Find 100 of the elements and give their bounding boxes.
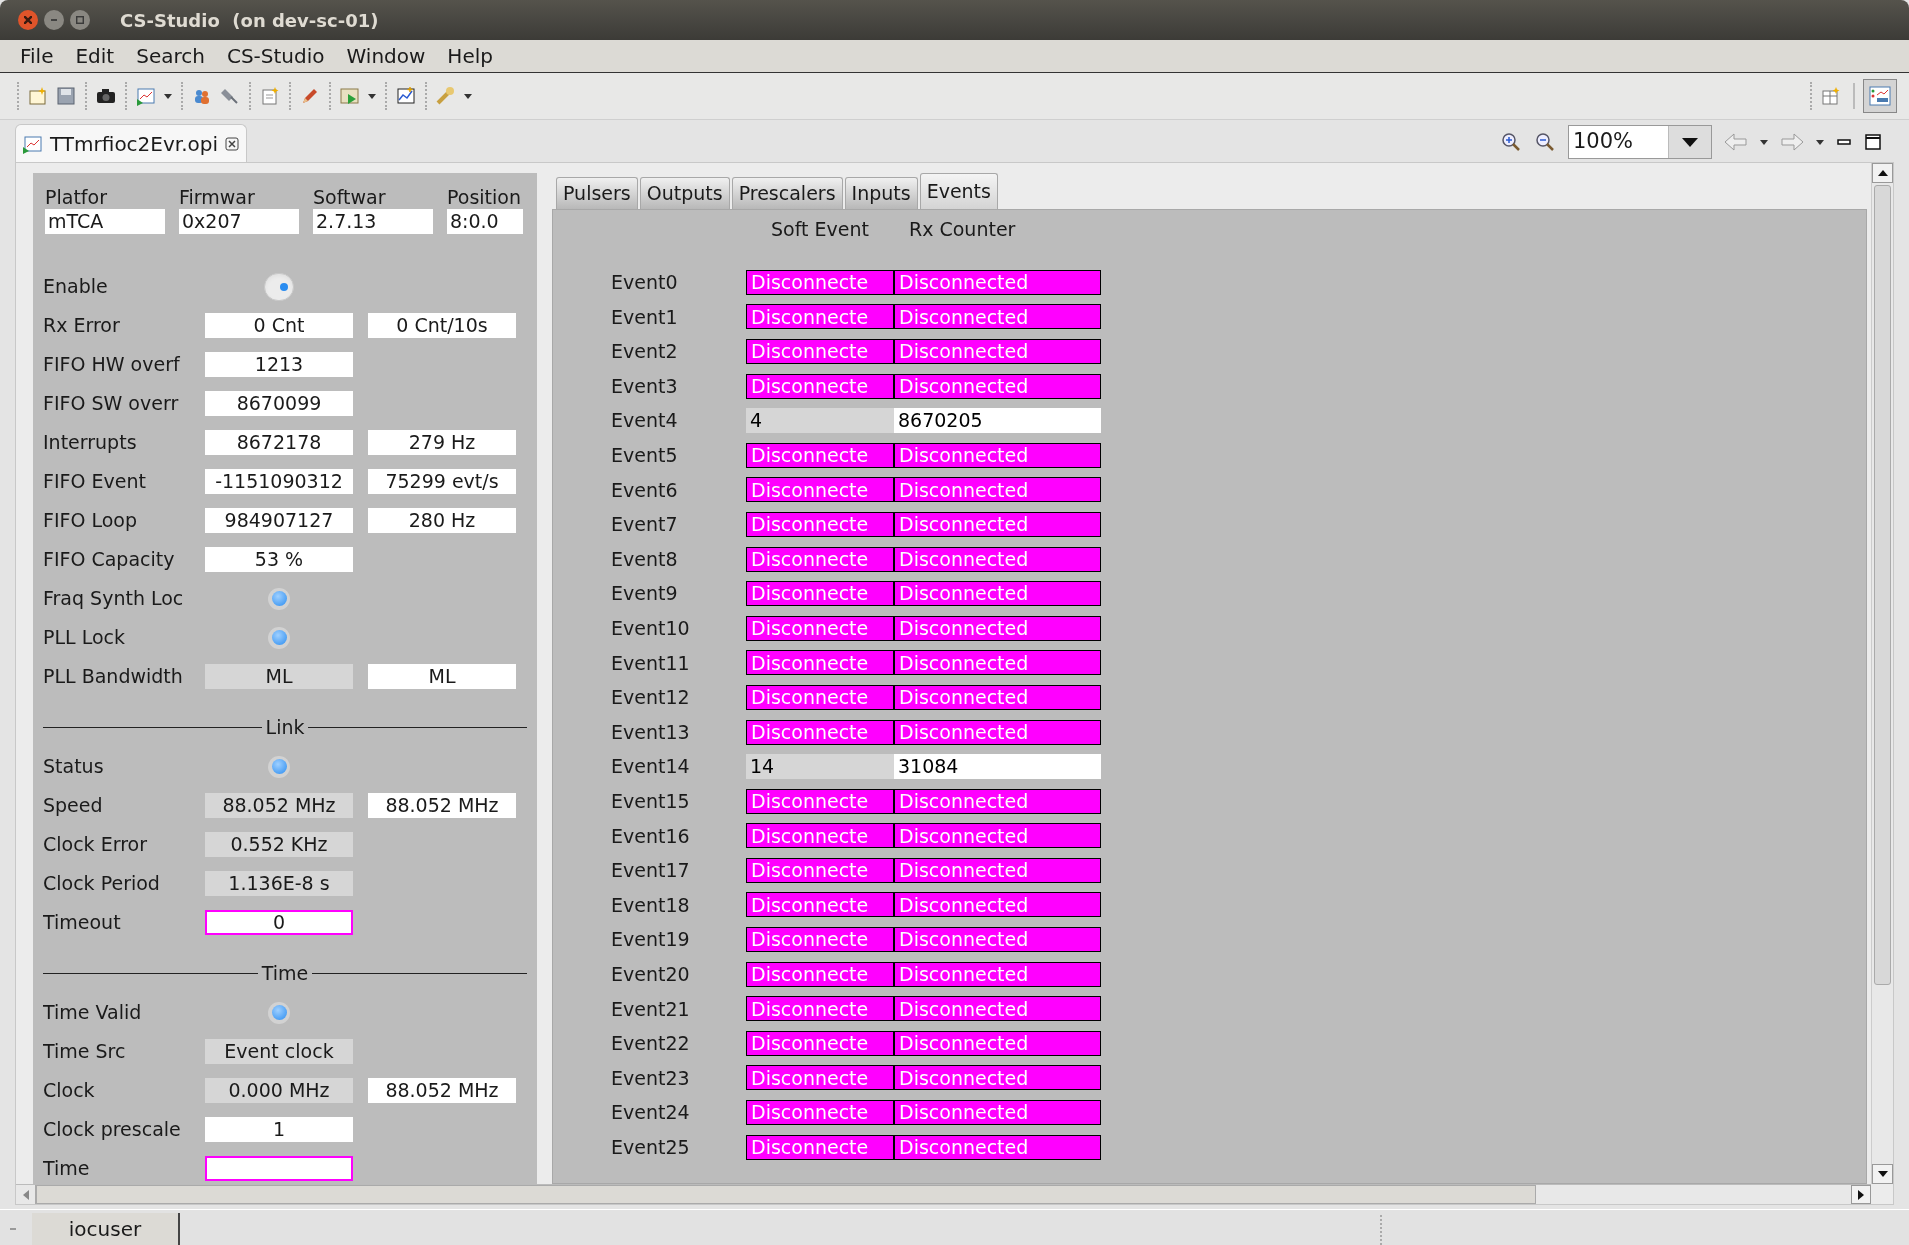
event-value: Disconnecte — [746, 269, 894, 295]
event-label: Event0 — [610, 270, 679, 296]
column-header: Rx Counter — [908, 216, 1016, 242]
value-field: 8:0.0 — [447, 209, 523, 234]
event-value: Disconnected — [894, 1065, 1101, 1091]
event-label: Event11 — [610, 650, 691, 676]
event-value: Disconnected — [894, 615, 1101, 641]
field-label: PLL Bandwidth — [43, 664, 184, 690]
field-label: FIFO HW overf — [43, 352, 181, 378]
event-value: Disconnected — [894, 1100, 1101, 1126]
event-value: Disconnecte — [746, 1100, 894, 1126]
close-button[interactable] — [18, 10, 38, 30]
tab[interactable]: Events — [919, 173, 998, 209]
event-value: Disconnected — [894, 788, 1101, 814]
toggle-switch[interactable] — [264, 272, 294, 301]
field-label: Clock Error — [43, 832, 148, 858]
minimize-button[interactable] — [44, 10, 64, 30]
menu-item[interactable]: Window — [336, 41, 436, 71]
value-field: -1151090312 — [205, 469, 353, 494]
tab[interactable]: Pulsers — [556, 177, 638, 209]
value-field: 0 — [205, 910, 353, 935]
field-label: Timeout — [43, 910, 122, 936]
value-field: 279 Hz — [368, 430, 516, 455]
value-field: 0.000 MHz — [205, 1078, 353, 1103]
event-value: Disconnecte — [746, 477, 894, 503]
maximize-icon — [76, 16, 84, 24]
event-value: Disconnected — [894, 373, 1101, 399]
close-icon — [24, 16, 32, 24]
event-label: Event3 — [610, 373, 679, 399]
event-value: Disconnecte — [746, 1030, 894, 1056]
caret-icon — [368, 93, 376, 99]
event-label: Event8 — [610, 546, 679, 572]
event-label: Event17 — [610, 858, 691, 884]
menu-item[interactable]: Help — [437, 41, 503, 71]
maximize-button[interactable] — [70, 10, 90, 30]
event-value: Disconnected — [894, 961, 1101, 987]
field-label: Time — [43, 1156, 91, 1182]
value-field: 75299 evt/s — [368, 469, 516, 494]
menu-item[interactable]: Search — [126, 41, 215, 71]
event-label: Event15 — [610, 788, 691, 814]
window-title: CS-Studio (on dev-sc-01) — [120, 8, 379, 33]
event-label: Event13 — [610, 719, 691, 745]
maximize-icon — [1864, 133, 1882, 151]
tab[interactable]: Prescalers — [731, 177, 843, 209]
event-label: Event22 — [610, 1031, 691, 1057]
event-label: Event2 — [610, 339, 679, 365]
zoom-in-icon — [1500, 131, 1522, 153]
field-label: Speed — [43, 793, 104, 819]
event-value: Disconnected — [894, 927, 1101, 953]
field-label: PLL Lock — [43, 625, 126, 651]
chart-icon — [1868, 85, 1892, 107]
event-label: Event16 — [610, 823, 691, 849]
zoom-field[interactable]: 100% — [1569, 126, 1669, 158]
event-value: Disconnected — [894, 339, 1101, 364]
value-field: ML — [205, 664, 353, 689]
event-value: Disconnecte — [746, 615, 894, 641]
value-field: 88.052 MHz — [368, 793, 516, 818]
menu-item[interactable]: CS-Studio — [216, 41, 335, 71]
event-label: Event14 — [610, 754, 691, 780]
event-value: Disconnected — [894, 442, 1101, 468]
menu-item[interactable]: File — [10, 41, 64, 71]
value-field: ML — [368, 664, 516, 689]
header-label: Platfor — [45, 185, 108, 209]
left-arrow-icon — [22, 1189, 29, 1200]
value-field: 0 Cnt — [205, 313, 353, 338]
tab[interactable]: Inputs — [844, 177, 918, 209]
chart-view-button[interactable] — [1863, 79, 1897, 113]
tab[interactable]: Outputs — [639, 177, 730, 209]
field-label: Status — [43, 754, 105, 780]
zoom-combobox[interactable]: 100% — [1568, 125, 1712, 159]
event-value: Disconnected — [894, 996, 1101, 1022]
event-value: Disconnected — [894, 581, 1101, 607]
field-label: Time Src — [43, 1039, 127, 1065]
value-field: 0.552 KHz — [205, 832, 353, 857]
value-field: 53 % — [205, 547, 353, 572]
event-value: Disconnected — [894, 304, 1101, 330]
event-value: Disconnecte — [746, 511, 894, 537]
vertical-scrollbar[interactable] — [1871, 163, 1893, 1184]
event-label: Event23 — [610, 1065, 691, 1091]
value-field: 2.7.13 — [313, 209, 433, 234]
close-icon — [224, 135, 241, 152]
zoom-out-icon — [1534, 131, 1556, 153]
event-value: Disconnected — [894, 1030, 1101, 1056]
event-value: 14 — [746, 754, 894, 780]
event-value: Disconnecte — [746, 961, 894, 987]
field-label: Rx Error — [43, 313, 121, 339]
event-value: Disconnected — [894, 1134, 1101, 1160]
value-field: 984907127 — [205, 508, 353, 533]
event-value: Disconnected — [894, 546, 1101, 572]
event-label: Event5 — [610, 443, 679, 468]
event-value: Disconnecte — [746, 442, 894, 468]
event-value: 4 — [746, 408, 894, 434]
value-field: 1.136E-8 s — [205, 871, 353, 896]
value-field: 1 — [205, 1117, 353, 1142]
editor-tab[interactable]: TTmrfioc2Evr.opi — [15, 124, 248, 162]
menu-item[interactable]: Edit — [65, 41, 125, 71]
event-value: Disconnecte — [746, 927, 894, 953]
horizontal-scrollbar[interactable] — [16, 1184, 1871, 1204]
field-label: Time Valid — [43, 1000, 143, 1026]
event-value: Disconnecte — [746, 373, 894, 399]
